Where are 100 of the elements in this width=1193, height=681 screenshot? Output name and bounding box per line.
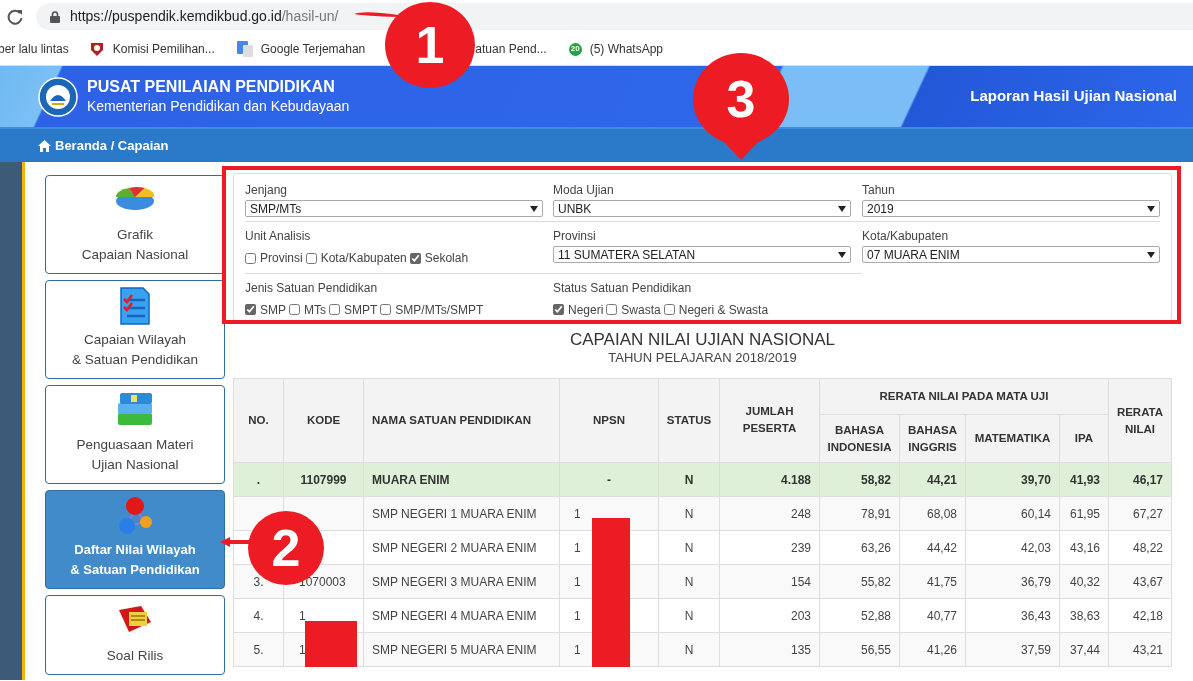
table-cell: 48,22	[1108, 530, 1172, 565]
table-cell: 41,26	[899, 632, 966, 667]
field-label: Unit Analisis	[245, 228, 312, 244]
table-cell: N	[658, 530, 720, 565]
checkbox-label: Provinsi	[260, 250, 303, 267]
field-label: Jenis Satuan Pendidikan	[245, 279, 379, 296]
menu-card[interactable]: Capaian Wilayah & Satuan Pendidikan	[45, 280, 225, 379]
lock-icon	[50, 10, 60, 23]
checkbox[interactable]	[380, 304, 392, 315]
table-cell: 43,21	[1108, 632, 1172, 667]
bookmark-link[interactable]: (5) WhatsApp	[589, 40, 664, 58]
select-field[interactable]: UNBK	[553, 200, 851, 217]
page-heading: Laporan Hasil Ujian Nasional	[970, 86, 1177, 107]
redaction-block	[305, 621, 357, 667]
table-cell: 39,70	[965, 462, 1060, 497]
reload-icon[interactable]	[6, 7, 24, 26]
checkbox[interactable]	[329, 304, 340, 315]
checkbox[interactable]	[553, 304, 564, 315]
table-cell: 38,63	[1059, 598, 1109, 633]
checkbox[interactable]	[245, 304, 256, 315]
checkbox[interactable]	[606, 304, 618, 315]
table-cell: 61,95	[1059, 496, 1109, 531]
menu-card[interactable]: Grafik Capaian Nasional	[45, 175, 225, 274]
select-field[interactable]: SMP/MTs	[245, 200, 543, 217]
column-header: BAHASA INDONESIA	[819, 414, 900, 463]
checkbox-label: Kota/Kabupaten	[320, 250, 407, 267]
home-icon	[38, 139, 51, 152]
select-field[interactable]: 11 SUMATERA SELATAN	[553, 246, 851, 263]
bookmark-link[interactable]: Komisi Pemilihan...	[112, 40, 215, 58]
checkbox[interactable]	[305, 252, 317, 264]
table-cell: N	[658, 462, 720, 497]
table-cell: 43,67	[1108, 564, 1172, 599]
site-title: PUSAT PENILAIAN PENDIDIKAN	[87, 77, 336, 96]
table-cell: 4.188	[719, 462, 820, 497]
table-cell: -	[559, 462, 659, 497]
field-label: Kota/Kabupaten	[862, 228, 950, 244]
table-cell: SMP NEGERI 2 MUARA ENIM	[363, 530, 560, 565]
table-cell: SMP NEGERI 5 MUARA ENIM	[363, 632, 560, 667]
table-cell: N	[658, 632, 720, 667]
site-subtitle: Kementerian Pendidikan dan Kebudayaan	[87, 97, 350, 116]
menu-card[interactable]: Penguasaan Materi Ujian Nasional	[45, 385, 225, 484]
select-field[interactable]: 07 MUARA ENIM	[862, 246, 1160, 263]
table-cell: SMP NEGERI 4 MUARA ENIM	[363, 598, 560, 633]
checkbox-label: Swasta	[621, 301, 661, 319]
table-cell: 4.	[233, 598, 284, 633]
table-cell: 37,44	[1059, 632, 1109, 667]
menu-card[interactable]: Soal Rilis	[45, 595, 225, 675]
table-cell: 46,17	[1108, 462, 1172, 497]
field-label: Jenjang	[245, 182, 289, 198]
table-cell: 248	[719, 496, 820, 531]
caret-icon	[530, 205, 538, 212]
menu-card[interactable]: Daftar Nilai Wilayah & Satuan Pendidikan	[45, 490, 225, 589]
column-header: IPA	[1059, 414, 1109, 463]
column-header: NO.	[233, 378, 284, 463]
notification-badge: 20	[568, 42, 582, 56]
select-field[interactable]: 2019	[862, 200, 1160, 217]
column-header: MATEMATIKA	[965, 414, 1060, 463]
table-cell: 42,18	[1108, 598, 1172, 633]
checkbox[interactable]	[663, 304, 675, 315]
column-header: NPSN	[559, 378, 659, 463]
table-cell: 63,26	[819, 530, 900, 565]
table-cell: 44,21	[899, 462, 966, 497]
table-cell: 37,59	[965, 632, 1060, 667]
column-header: KODE	[283, 378, 364, 463]
table-cell: 36,43	[965, 598, 1060, 633]
column-header: STATUS	[658, 378, 720, 463]
report-subtitle: TAHUN PELAJARAN 2018/2019	[607, 350, 798, 366]
column-header: NAMA SATUAN PENDIDIKAN	[363, 378, 560, 463]
table-cell: 41,93	[1059, 462, 1109, 497]
table-cell: 135	[719, 632, 820, 667]
translate-icon	[236, 41, 253, 57]
table-cell: 42,03	[965, 530, 1060, 565]
table-cell: 41,75	[899, 564, 966, 599]
bookmark-link[interactable]: Google Terjemahan	[260, 40, 366, 58]
table-cell: 203	[719, 598, 820, 633]
table-cell: 154	[719, 564, 820, 599]
checkbox[interactable]	[289, 304, 300, 315]
checkbox[interactable]	[409, 252, 421, 264]
checkbox[interactable]	[245, 252, 256, 264]
table-cell: 56,55	[819, 632, 900, 667]
table-cell: 55,82	[819, 564, 900, 599]
breadcrumb-link[interactable]: Beranda / Capaian	[55, 135, 169, 156]
report-title: CAPAIAN NILAI UJIAN NASIONAL	[568, 330, 837, 350]
checkbox-label: SMPT	[344, 301, 378, 319]
emblem-logo-icon	[38, 76, 78, 117]
field-label: Status Satuan Pendidikan	[553, 279, 693, 296]
field-label: Provinsi	[553, 228, 597, 244]
table-cell: SMP NEGERI 1 MUARA ENIM	[363, 496, 560, 531]
bookmark-link[interactable]: atuan Pend...	[475, 40, 547, 58]
table-cell: MUARA ENIM	[363, 462, 560, 497]
table-cell: 43,16	[1059, 530, 1109, 565]
table-cell: 239	[719, 530, 820, 565]
table-cell: 36,79	[965, 564, 1060, 599]
checkbox-label: Negeri & Swasta	[678, 301, 769, 319]
caret-icon	[1147, 205, 1155, 212]
table-cell: N	[658, 564, 720, 599]
pointer-arrow	[354, 9, 398, 19]
table-cell: N	[658, 496, 720, 531]
checkbox-label: Negeri	[568, 301, 604, 319]
url-text[interactable]: https://puspendik.kemdikbud.go.id/hasil-un/	[70, 6, 339, 27]
